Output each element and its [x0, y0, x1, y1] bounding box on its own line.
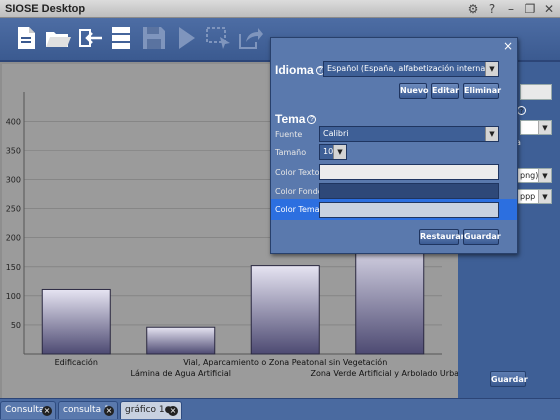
back-icon[interactable] [76, 24, 104, 52]
bar[interactable] [41, 288, 111, 355]
play-icon[interactable] [172, 24, 200, 52]
y-tick-label: 400 [6, 117, 21, 126]
idioma-select[interactable]: Español (España, alfabetización internac… [323, 61, 499, 77]
chevron-down-icon: ▼ [538, 121, 551, 134]
y-tick-label: 50 [11, 321, 21, 330]
idioma-section-title: Idioma? [275, 63, 325, 77]
y-tick-label: 250 [6, 205, 21, 214]
fuente-select[interactable]: Calibri ▼ [319, 126, 499, 142]
color-texto-picker[interactable] [319, 164, 499, 180]
bar[interactable] [146, 326, 216, 355]
sidebar-save-button[interactable]: Guardar [490, 371, 528, 387]
nuevo-button[interactable]: Nuevo [399, 83, 429, 99]
sidebar-select-1[interactable]: ▼ [520, 120, 552, 135]
tab-grafico-1[interactable]: gráfico 1● × [120, 401, 182, 419]
chevron-down-icon: ▼ [485, 62, 498, 76]
y-tick-label: 200 [6, 234, 21, 243]
color-tema-picker[interactable] [319, 202, 499, 218]
chevron-down-icon: ▼ [538, 190, 551, 203]
y-tick-label: 300 [6, 176, 21, 185]
dialog-close-icon[interactable]: × [503, 40, 513, 52]
title-bar: SIOSE Desktop ⚙ ? – ❐ ✕ [0, 0, 560, 18]
x-tick-label: Lámina de Agua Artificial [131, 369, 231, 378]
settings-dialog: × Idioma? Español (España, alfabetizació… [270, 37, 518, 254]
open-folder-icon[interactable] [44, 24, 72, 52]
minimize-icon[interactable]: – [503, 1, 519, 17]
sidebar-select-format[interactable]: png) ▼ [516, 168, 552, 183]
color-fondo-picker[interactable] [319, 183, 499, 199]
sidebar-input[interactable] [520, 84, 552, 100]
tema-section-title: Tema? [275, 112, 317, 126]
y-tick-label: 150 [6, 263, 21, 272]
sidebar-help-icon[interactable]: ? [517, 106, 526, 115]
tab-consulta[interactable]: Consulta × [0, 401, 56, 419]
tamano-label: Tamaño [275, 148, 307, 157]
select-area-icon[interactable] [204, 24, 232, 52]
close-tab-icon[interactable]: × [168, 406, 178, 416]
x-tick-label: Edificación [55, 357, 98, 367]
chevron-down-icon: ▼ [333, 145, 346, 159]
export-icon[interactable] [236, 24, 264, 52]
chevron-down-icon: ▼ [538, 169, 551, 182]
new-document-icon[interactable] [12, 24, 40, 52]
editar-button[interactable]: Editar [431, 83, 459, 99]
tamano-select[interactable]: 10 ▼ [319, 144, 347, 160]
x-tick-label: Vial, Aparcamiento o Zona Peatonal sin V… [183, 357, 387, 367]
tab-bar: Consulta × consulta 1 × gráfico 1● × [0, 398, 560, 420]
x-tick-label: Zona Verde Artificial y Arbolado Urbano [310, 369, 458, 378]
close-icon[interactable]: ✕ [541, 1, 557, 17]
color-texto-label: Color Texto [275, 168, 320, 177]
close-tab-icon[interactable]: × [104, 406, 114, 416]
eliminar-button[interactable]: Eliminar [463, 83, 501, 99]
y-tick-label: 100 [6, 292, 21, 301]
y-tick-label: 350 [6, 147, 21, 156]
tab-consulta-1[interactable]: consulta 1 × [58, 401, 118, 419]
fuente-label: Fuente [275, 130, 303, 139]
chevron-down-icon: ▼ [485, 127, 498, 141]
window-title: SIOSE Desktop [5, 2, 86, 15]
tema-help-icon[interactable]: ? [307, 115, 317, 125]
restore-icon[interactable]: ❐ [522, 1, 538, 17]
server-icon[interactable] [108, 24, 136, 52]
restaurar-button[interactable]: Restaurar [419, 229, 465, 245]
save-icon[interactable] [140, 24, 168, 52]
gear-icon[interactable]: ⚙ [465, 1, 481, 17]
guardar-button[interactable]: Guardar [463, 229, 501, 245]
color-tema-label: Color Tema [275, 205, 320, 214]
close-tab-icon[interactable]: × [42, 406, 52, 416]
color-fondo-label: Color Fondo [275, 187, 323, 196]
bar[interactable] [250, 265, 320, 355]
help-icon[interactable]: ? [484, 1, 500, 17]
sidebar-select-resolution[interactable]: ppp ▼ [516, 189, 552, 204]
